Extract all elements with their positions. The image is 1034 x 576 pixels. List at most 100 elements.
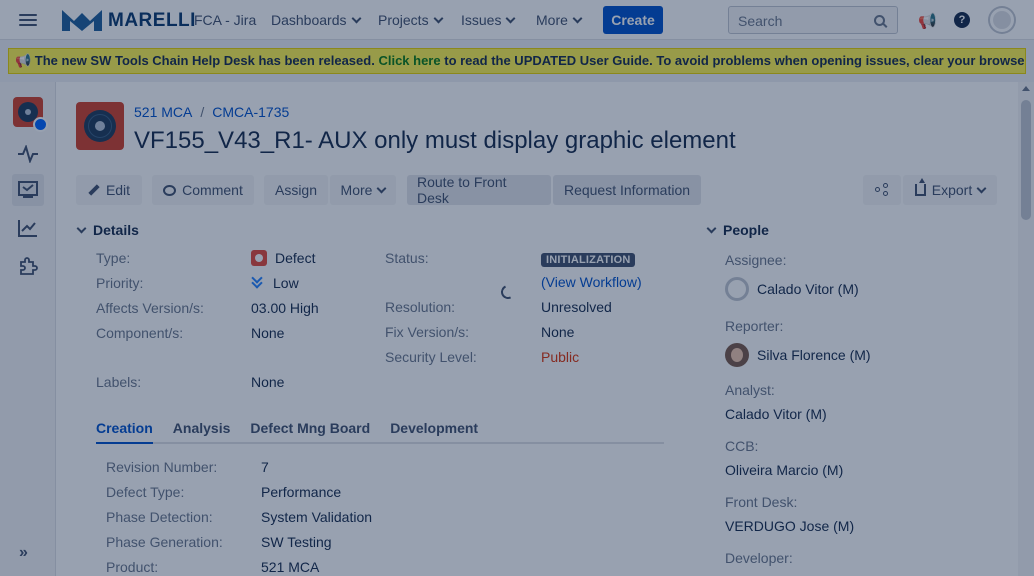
ccb-label: CCB:	[725, 438, 759, 454]
fix-version-label: Fix Version/s:	[385, 324, 470, 340]
export-icon	[914, 178, 926, 196]
breadcrumb-separator: /	[200, 104, 205, 120]
defect-type-value: Performance	[261, 484, 342, 500]
security-level-value: Public	[541, 349, 580, 365]
comment-button[interactable]: Comment	[152, 175, 254, 205]
route-to-front-desk-button[interactable]: Route to Front Desk	[407, 174, 551, 206]
chevron-down-icon	[433, 13, 444, 23]
product-label: Product:	[106, 559, 159, 575]
field-tabs: Creation Analysis Defect Mng Board Devel…	[96, 420, 664, 444]
type-value: Defect	[251, 250, 315, 266]
reporter-label: Reporter:	[725, 318, 784, 334]
nav-projects[interactable]: Projects	[378, 12, 444, 28]
scrollbar-thumb[interactable]	[1021, 100, 1031, 220]
request-information-button[interactable]: Request Information	[553, 175, 701, 205]
create-button[interactable]: Create	[603, 6, 663, 34]
issue-title[interactable]: VF155_V43_R1- AUX only must display grap…	[134, 127, 736, 155]
defect-type-label: Defect Type:	[106, 484, 185, 500]
nav-issues[interactable]: Issues	[461, 12, 516, 28]
issue-view: 521 MCA / CMCA-1735 VF155_V43_R1- AUX on…	[56, 82, 1018, 576]
chevron-down-icon	[76, 223, 87, 233]
page-scrollbar[interactable]	[1018, 82, 1034, 576]
chevron-down-icon	[506, 13, 516, 23]
tab-development[interactable]: Development	[390, 420, 478, 442]
scroll-up-icon[interactable]	[1022, 86, 1030, 91]
details-section-header[interactable]: Details	[76, 222, 139, 238]
developer-label: Developer:	[725, 550, 793, 566]
tab-defect-mng-board[interactable]: Defect Mng Board	[250, 420, 370, 442]
avatar	[725, 343, 749, 367]
breadcrumb-project[interactable]: 521 MCA	[134, 104, 192, 120]
board-icon[interactable]	[12, 174, 44, 206]
jira-app: MARELLI FCA - Jira Dashboards Projects I…	[0, 0, 1034, 576]
breadcrumb-issue-key[interactable]: CMCA-1735	[212, 104, 289, 120]
product-value: 521 MCA	[261, 559, 320, 575]
addons-icon[interactable]	[12, 250, 44, 282]
banner-link[interactable]: Click here	[378, 53, 440, 68]
export-button[interactable]: Export	[903, 175, 997, 205]
expand-sidebar-icon[interactable]: »	[19, 544, 28, 562]
defect-icon	[251, 250, 267, 266]
chevron-down-icon	[976, 183, 987, 193]
security-level-label: Security Level:	[385, 349, 477, 365]
analyst-value[interactable]: Calado Vitor (M)	[725, 406, 827, 422]
share-icon	[875, 183, 889, 197]
share-button[interactable]	[863, 175, 901, 205]
front-desk-value[interactable]: VERDUGO Jose (M)	[725, 518, 854, 534]
status-label: Status:	[385, 250, 429, 266]
type-label: Type:	[96, 250, 131, 266]
assign-button[interactable]: Assign	[264, 175, 328, 205]
people-section-header[interactable]: People	[706, 222, 769, 238]
analyst-label: Analyst:	[725, 382, 775, 398]
resolution-value: Unresolved	[541, 299, 612, 315]
affects-version-label: Affects Version/s:	[96, 300, 204, 316]
reporter-value[interactable]: Silva Florence (M)	[725, 343, 871, 367]
project-avatar[interactable]	[76, 102, 124, 150]
logo-text[interactable]: MARELLI	[108, 10, 196, 32]
marelli-logo-icon[interactable]	[60, 7, 104, 33]
tab-creation[interactable]: Creation	[96, 420, 153, 444]
fix-version-value: None	[541, 324, 575, 340]
status-badge[interactable]: INITIALIZATION	[541, 250, 636, 268]
reports-icon[interactable]	[12, 212, 44, 244]
tab-analysis[interactable]: Analysis	[173, 420, 231, 442]
announcement-icon[interactable]: 📢	[918, 12, 937, 30]
search-placeholder: Search	[738, 13, 783, 29]
banner-prefix: 📢 The new SW Tools Chain Help Desk has b…	[15, 53, 375, 68]
loading-spinner-icon	[499, 283, 517, 301]
ccb-value[interactable]: Oliveira Marcio (M)	[725, 462, 843, 478]
nav-dashboards[interactable]: Dashboards	[271, 12, 361, 28]
edit-button[interactable]: Edit	[76, 175, 142, 205]
project-sidebar: »	[0, 82, 56, 576]
revision-number-label: Revision Number:	[106, 459, 218, 475]
announcement-banner: 📢 The new SW Tools Chain Help Desk has b…	[8, 48, 1026, 74]
search-input[interactable]: Search	[728, 6, 898, 34]
affects-version-value: 03.00 High	[251, 300, 319, 316]
assignee-value[interactable]: Calado Vitor (M)	[725, 277, 859, 301]
site-name[interactable]: FCA - Jira	[194, 12, 256, 28]
chevron-down-icon	[706, 223, 717, 233]
view-workflow-link[interactable]: (View Workflow)	[541, 274, 642, 290]
priority-low-icon	[251, 272, 265, 290]
chevron-down-icon	[351, 13, 361, 23]
menu-icon[interactable]	[19, 11, 37, 29]
revision-number-value: 7	[261, 459, 269, 475]
labels-value: None	[251, 374, 285, 390]
comment-icon	[163, 184, 177, 196]
project-avatar-icon[interactable]	[12, 96, 48, 132]
user-avatar[interactable]	[990, 8, 1014, 32]
nav-more[interactable]: More	[536, 12, 583, 28]
more-button[interactable]: More	[330, 175, 396, 205]
pencil-icon	[88, 184, 100, 196]
top-navigation: MARELLI FCA - Jira Dashboards Projects I…	[0, 0, 1034, 40]
front-desk-label: Front Desk:	[725, 494, 798, 510]
labels-label: Labels:	[96, 374, 142, 390]
search-icon[interactable]	[874, 15, 885, 26]
activity-icon[interactable]	[12, 138, 44, 170]
phase-generation-label: Phase Generation:	[106, 534, 223, 550]
assignee-label: Assignee:	[725, 252, 787, 268]
help-icon[interactable]: ?	[954, 12, 970, 28]
component-value: None	[251, 325, 285, 341]
phase-detection-label: Phase Detection:	[106, 509, 213, 525]
banner-suffix: to read the UPDATED User Guide. To avoid…	[444, 53, 1026, 68]
